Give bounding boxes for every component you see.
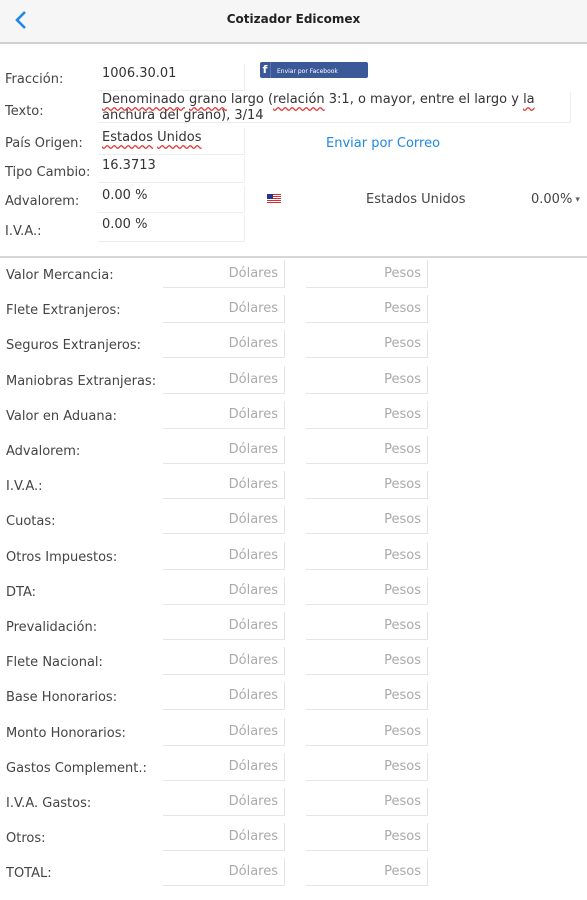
calc-row: Base Honorarios: Dólares Pesos — [0, 680, 587, 715]
calc-row-label: Monto Honorarios: — [6, 725, 126, 741]
dolares-input[interactable]: Dólares — [163, 260, 285, 288]
dolares-input[interactable]: Dólares — [163, 612, 285, 640]
calc-row-label: Gastos Complement.: — [6, 760, 147, 776]
calc-row: DTA: Dólares Pesos — [0, 575, 587, 610]
pesos-input[interactable]: Pesos — [306, 858, 428, 887]
calc-row: TOTAL: Dólares Pesos — [0, 856, 587, 891]
pais-label: País Origen: — [5, 136, 83, 151]
calc-row: Cuotas: Dólares Pesos — [0, 504, 587, 539]
pesos-input[interactable]: Pesos — [306, 541, 428, 570]
pesos-input[interactable]: Pesos — [306, 436, 428, 464]
pesos-input[interactable]: Pesos — [306, 471, 428, 500]
us-flag-icon — [267, 194, 281, 203]
fraccion-field[interactable]: 1006.30.01 — [98, 64, 245, 91]
dolares-input[interactable]: Dólares — [163, 471, 285, 500]
dolares-input[interactable]: Dólares — [163, 858, 285, 887]
pesos-input[interactable]: Pesos — [306, 330, 428, 359]
pesos-input[interactable]: Pesos — [306, 576, 428, 605]
iva-label: I.V.A.: — [5, 224, 42, 239]
calc-row-label: Otros Impuestos: — [6, 549, 118, 565]
calc-row-label: Maniobras Extranjeras: — [6, 373, 157, 389]
calc-row: Flete Nacional: Dólares Pesos — [0, 645, 587, 680]
calc-row: I.V.A.: Dólares Pesos — [0, 469, 587, 504]
dolares-input[interactable]: Dólares — [163, 788, 285, 816]
pesos-input[interactable]: Pesos — [306, 295, 428, 324]
pesos-input[interactable]: Pesos — [306, 752, 428, 781]
dolares-input[interactable]: Dólares — [163, 506, 285, 535]
calc-row: Valor Mercancia: Dólares Pesos — [0, 258, 587, 293]
dolares-input[interactable]: Dólares — [163, 823, 285, 852]
pesos-input[interactable]: Pesos — [306, 788, 428, 816]
percent-select[interactable]: 0.00% ▾ — [531, 192, 580, 207]
pesos-input[interactable]: Pesos — [306, 717, 428, 746]
facebook-share-button[interactable]: f Enviar por Facebook — [260, 62, 368, 78]
iva-field[interactable]: 0.00 % — [98, 215, 245, 242]
fraccion-label: Fracción: — [5, 72, 64, 87]
dolares-input[interactable]: Dólares — [163, 682, 285, 711]
pesos-input[interactable]: Pesos — [306, 400, 428, 429]
pais-field[interactable]: Estados Unidos — [98, 128, 245, 155]
calc-row-label: Prevalidación: — [6, 620, 98, 635]
calc-row-label: I.V.A. Gastos: — [6, 796, 92, 811]
calc-row: Prevalidación: Dólares Pesos — [0, 610, 587, 645]
calc-row: Valor en Aduana: Dólares Pesos — [0, 399, 587, 434]
calc-row-label: DTA: — [6, 584, 36, 600]
dolares-input[interactable]: Dólares — [163, 647, 285, 676]
dolares-input[interactable]: Dólares — [163, 400, 285, 429]
texto-label: Texto: — [5, 104, 44, 119]
email-link[interactable]: Enviar por Correo — [326, 136, 440, 151]
dolares-input[interactable]: Dólares — [163, 541, 285, 570]
pesos-input[interactable]: Pesos — [306, 682, 428, 711]
dropdown-caret-icon: ▾ — [575, 194, 580, 205]
pesos-input[interactable]: Pesos — [306, 365, 428, 394]
pesos-input[interactable]: Pesos — [306, 506, 428, 535]
calc-row-label: Valor Mercancia: — [6, 268, 114, 283]
calc-row: Monto Honorarios: Dólares Pesos — [0, 716, 587, 751]
calc-row-label: Seguros Extranjeros: — [6, 338, 141, 354]
dolares-input[interactable]: Dólares — [163, 752, 285, 781]
advalorem-label: Advalorem: — [5, 194, 80, 209]
dolares-input[interactable]: Dólares — [163, 365, 285, 394]
dolares-input[interactable]: Dólares — [163, 330, 285, 359]
nav-bar: Cotizador Edicomex — [0, 0, 587, 44]
dolares-input[interactable]: Dólares — [163, 295, 285, 324]
calc-row: Otros Impuestos: Dólares Pesos — [0, 540, 587, 575]
calc-row: Otros: Dólares Pesos — [0, 821, 587, 856]
calc-row-label: Valor en Aduana: — [6, 408, 117, 424]
calc-row-label: Base Honorarios: — [6, 690, 118, 706]
tipo-cambio-label: Tipo Cambio: — [5, 165, 91, 180]
calc-row-label: Advalorem: — [6, 444, 81, 459]
calc-row-label: Flete Nacional: — [6, 655, 103, 671]
dolares-input[interactable]: Dólares — [163, 717, 285, 746]
calc-row-label: I.V.A.: — [6, 479, 43, 495]
calc-row-label: Cuotas: — [6, 514, 56, 530]
pesos-input[interactable]: Pesos — [306, 823, 428, 852]
pesos-input[interactable]: Pesos — [306, 612, 428, 640]
calc-row: I.V.A. Gastos: Dólares Pesos — [0, 786, 587, 821]
calc-row: Maniobras Extranjeras: Dólares Pesos — [0, 364, 587, 399]
page-title: Cotizador Edicomex — [226, 12, 361, 26]
dolares-input[interactable]: Dólares — [163, 576, 285, 605]
calc-row-label: Flete Extranjeros: — [6, 303, 121, 319]
calc-row-label: TOTAL: — [6, 866, 52, 882]
pesos-input[interactable]: Pesos — [306, 647, 428, 676]
pesos-input[interactable]: Pesos — [306, 260, 428, 288]
texto-field[interactable]: Denominado grano largo (relación 3:1, o … — [98, 92, 571, 123]
tipo-cambio-field[interactable]: 16.3713 — [98, 156, 245, 183]
facebook-icon: f — [260, 62, 271, 78]
advalorem-field[interactable]: 0.00 % — [98, 186, 245, 213]
calc-row: Flete Extranjeros: Dólares Pesos — [0, 293, 587, 328]
calc-row-label: Otros: — [6, 831, 46, 847]
calc-row: Seguros Extranjeros: Dólares Pesos — [0, 328, 587, 363]
calc-row: Advalorem: Dólares Pesos — [0, 434, 587, 469]
country-select[interactable]: Estados Unidos — [366, 192, 466, 207]
calc-row: Gastos Complement.: Dólares Pesos — [0, 751, 587, 786]
dolares-input[interactable]: Dólares — [163, 436, 285, 464]
